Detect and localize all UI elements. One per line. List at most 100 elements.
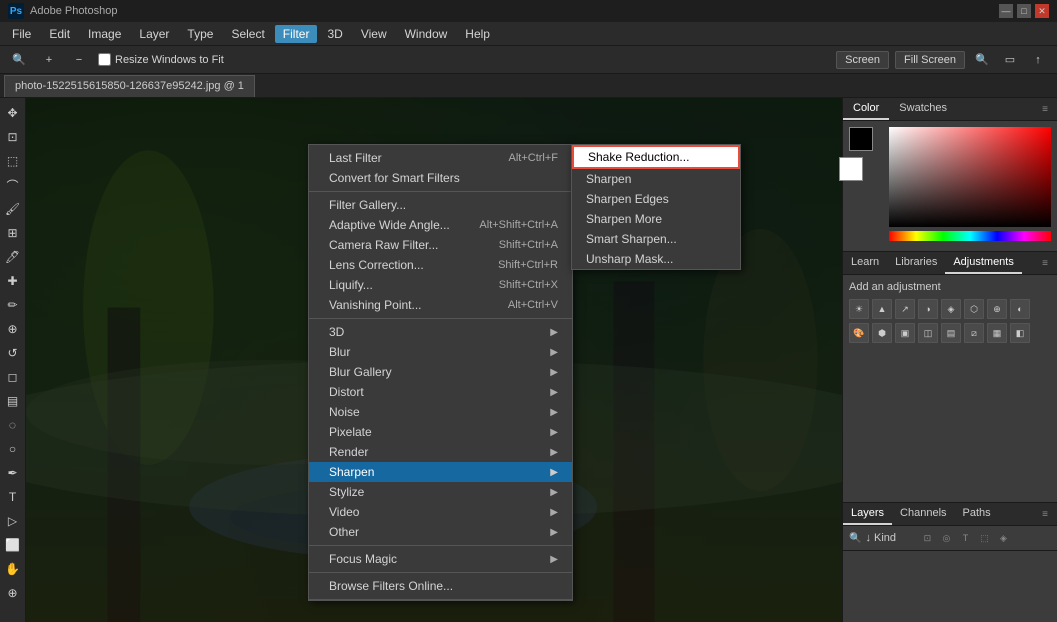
adj-vibrance-btn[interactable]: ◈	[941, 299, 961, 319]
layer-icon-5[interactable]: ◈	[995, 530, 1011, 546]
screen-button[interactable]: Screen	[836, 51, 889, 69]
filter-distort[interactable]: Distort ▶	[309, 382, 572, 402]
sharpen-unsharp[interactable]: Unsharp Mask...	[572, 249, 740, 269]
eyedropper-tool[interactable]: 🖊	[2, 246, 24, 268]
filter-blur[interactable]: Blur ▶	[309, 342, 572, 362]
filter-other[interactable]: Other ▶	[309, 522, 572, 542]
blur-tool[interactable]: ◌	[2, 414, 24, 436]
sharpen-more[interactable]: Sharpen More	[572, 209, 740, 229]
layers-panel-menu-btn[interactable]: ≡	[1037, 506, 1053, 522]
tab-swatches[interactable]: Swatches	[889, 98, 957, 120]
adj-colorbal-btn[interactable]: ⊕	[987, 299, 1007, 319]
tab-adjustments[interactable]: Adjustments	[945, 252, 1022, 274]
quick-select-tool[interactable]: 🖌	[2, 198, 24, 220]
adj-curves-btn[interactable]: ↗	[895, 299, 915, 319]
adj-colorlookup-btn[interactable]: ▣	[895, 323, 915, 343]
menu-filter[interactable]: Filter	[275, 25, 318, 43]
title-bar-controls[interactable]: — □ ✕	[999, 4, 1049, 18]
sharpen-sharpen[interactable]: Sharpen	[572, 169, 740, 189]
filter-noise[interactable]: Noise ▶	[309, 402, 572, 422]
adj-threshold-btn[interactable]: ⧄	[964, 323, 984, 343]
tab-paths[interactable]: Paths	[955, 503, 999, 525]
dodge-tool[interactable]: ○	[2, 438, 24, 460]
menu-select[interactable]: Select	[223, 25, 272, 43]
marquee-tool[interactable]: ⬚	[2, 150, 24, 172]
layer-icon-4[interactable]: ⬚	[976, 530, 992, 546]
text-tool[interactable]: T	[2, 486, 24, 508]
tool-options-btn[interactable]: 🔍	[8, 49, 30, 71]
adj-invert-btn[interactable]: ◫	[918, 323, 938, 343]
adj-bw-btn[interactable]: ◐	[1010, 299, 1030, 319]
menu-edit[interactable]: Edit	[41, 25, 78, 43]
filter-pixelate[interactable]: Pixelate ▶	[309, 422, 572, 442]
adj-panel-menu-btn[interactable]: ≡	[1037, 255, 1053, 271]
pen-tool[interactable]: ✒	[2, 462, 24, 484]
adj-huesat-btn[interactable]: ⬡	[964, 299, 984, 319]
menu-file[interactable]: File	[4, 25, 39, 43]
resize-checkbox-area[interactable]: Resize Windows to Fit	[98, 53, 224, 66]
brush-tool[interactable]: ✏	[2, 294, 24, 316]
filter-sharpen[interactable]: Sharpen ▶	[309, 462, 572, 482]
menu-image[interactable]: Image	[80, 25, 129, 43]
adj-brightness-btn[interactable]: ☀	[849, 299, 869, 319]
fill-screen-button[interactable]: Fill Screen	[895, 51, 965, 69]
close-button[interactable]: ✕	[1035, 4, 1049, 18]
filter-focus-magic[interactable]: Focus Magic ▶	[309, 549, 572, 569]
eraser-tool[interactable]: ◻	[2, 366, 24, 388]
tab-color[interactable]: Color	[843, 98, 889, 120]
filter-3d[interactable]: 3D ▶	[309, 322, 572, 342]
color-hue-bar[interactable]	[889, 231, 1051, 241]
adj-photofil-btn[interactable]: 🎨	[849, 323, 869, 343]
filter-convert-smart[interactable]: Convert for Smart Filters	[309, 168, 572, 188]
share-btn[interactable]: ↑	[1027, 49, 1049, 71]
healing-tool[interactable]: ✚	[2, 270, 24, 292]
color-panel-menu-btn[interactable]: ≡	[1037, 101, 1053, 117]
file-tab[interactable]: photo-1522515615850-126637e95242.jpg @ 1	[4, 75, 255, 97]
sharpen-smart[interactable]: Smart Sharpen...	[572, 229, 740, 249]
adj-selective-btn[interactable]: ◧	[1010, 323, 1030, 343]
crop-tool[interactable]: ⊞	[2, 222, 24, 244]
zoom-out-btn[interactable]: −	[68, 49, 90, 71]
adj-gradient-btn[interactable]: ▦	[987, 323, 1007, 343]
adj-levels-btn[interactable]: ▲	[872, 299, 892, 319]
filter-browse-online[interactable]: Browse Filters Online...	[309, 576, 572, 596]
adj-exposure-btn[interactable]: ◑	[918, 299, 938, 319]
layer-icon-2[interactable]: ◎	[938, 530, 954, 546]
menu-help[interactable]: Help	[457, 25, 498, 43]
filter-stylize[interactable]: Stylize ▶	[309, 482, 572, 502]
sharpen-edges[interactable]: Sharpen Edges	[572, 189, 740, 209]
tab-learn[interactable]: Learn	[843, 252, 887, 274]
shape-tool[interactable]: ⬜	[2, 534, 24, 556]
color-gradient-picker[interactable]	[889, 127, 1051, 227]
filter-render[interactable]: Render ▶	[309, 442, 572, 462]
filter-liquify[interactable]: Liquify... Shift+Ctrl+X	[309, 275, 572, 295]
minimize-button[interactable]: —	[999, 4, 1013, 18]
lasso-tool[interactable]: ⌒	[2, 174, 24, 196]
zoom-tool[interactable]: ⊕	[2, 582, 24, 604]
filter-adaptive[interactable]: Adaptive Wide Angle... Alt+Shift+Ctrl+A	[309, 215, 572, 235]
background-color[interactable]	[839, 157, 863, 181]
tab-channels[interactable]: Channels	[892, 503, 954, 525]
zoom-in-btn[interactable]: +	[38, 49, 60, 71]
filter-lens-correction[interactable]: Lens Correction... Shift+Ctrl+R	[309, 255, 572, 275]
layer-icon-1[interactable]: ⊡	[919, 530, 935, 546]
panel-btn[interactable]: ▭	[999, 49, 1021, 71]
history-brush[interactable]: ↺	[2, 342, 24, 364]
filter-gallery[interactable]: Filter Gallery...	[309, 195, 572, 215]
menu-window[interactable]: Window	[397, 25, 456, 43]
filter-last-filter[interactable]: Last Filter Alt+Ctrl+F	[309, 148, 572, 168]
maximize-button[interactable]: □	[1017, 4, 1031, 18]
adj-channelmix-btn[interactable]: ⬢	[872, 323, 892, 343]
filter-blur-gallery[interactable]: Blur Gallery ▶	[309, 362, 572, 382]
tab-libraries[interactable]: Libraries	[887, 252, 945, 274]
menu-type[interactable]: Type	[179, 25, 221, 43]
gradient-tool[interactable]: ▤	[2, 390, 24, 412]
adj-posterize-btn[interactable]: ▤	[941, 323, 961, 343]
filter-vanishing-point[interactable]: Vanishing Point... Alt+Ctrl+V	[309, 295, 572, 315]
search-btn[interactable]: 🔍	[971, 49, 993, 71]
tab-layers[interactable]: Layers	[843, 503, 892, 525]
menu-layer[interactable]: Layer	[131, 25, 177, 43]
foreground-color[interactable]	[849, 127, 873, 151]
sharpen-shake-reduction[interactable]: Shake Reduction...	[572, 145, 740, 169]
layer-icon-3[interactable]: T	[957, 530, 973, 546]
